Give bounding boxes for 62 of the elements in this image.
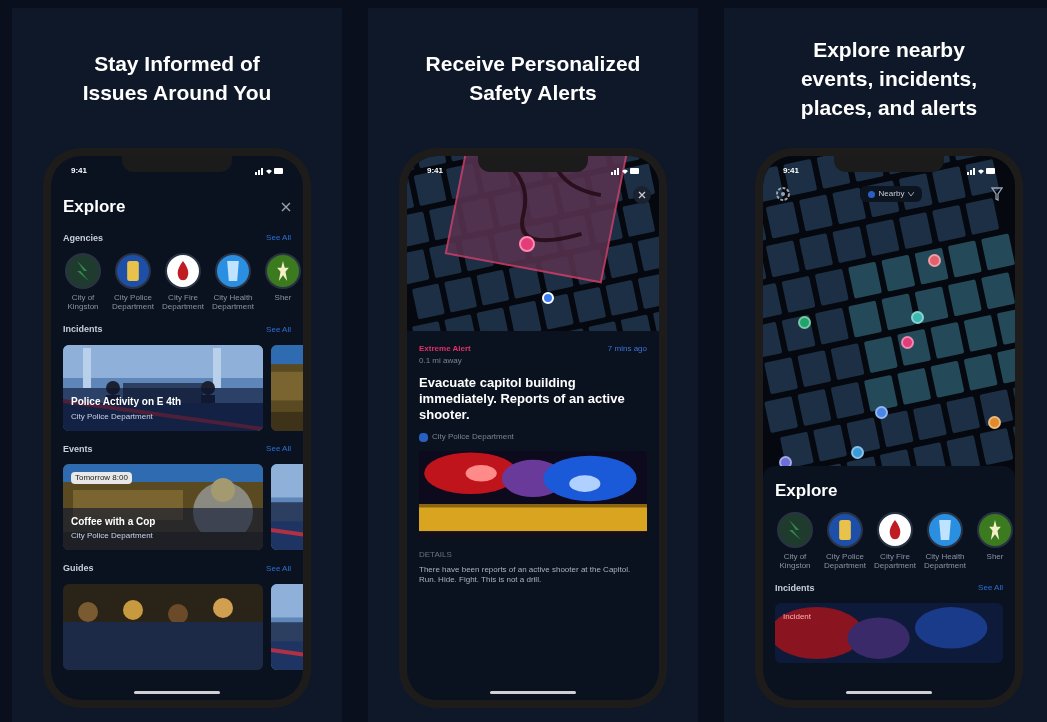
see-all-link[interactable]: See All — [266, 232, 291, 245]
see-all-link[interactable]: See All — [266, 443, 291, 456]
status-icons — [255, 167, 283, 175]
alert-distance: 0.1 mi away — [419, 355, 463, 367]
agency-item[interactable]: City Police Department — [109, 253, 157, 311]
agency-icon — [419, 432, 428, 442]
agency-item[interactable]: City of Kingston — [771, 511, 819, 570]
close-icon[interactable] — [633, 186, 651, 204]
agency-item[interactable]: City Health Department — [209, 253, 257, 311]
location-icon — [867, 190, 875, 198]
screen-title: Explore — [774, 480, 839, 502]
agency-item[interactable]: City Fire Department — [871, 511, 919, 570]
agency-item[interactable]: City Fire Department — [159, 253, 207, 311]
details-text: There have been reports of an active shooter at the Capitol. Run. Hide. Fight. This is not a drill. — [419, 565, 632, 585]
agency-label: City Police Department — [823, 551, 867, 570]
card-source: City Police Department — [71, 530, 154, 542]
alert-source: City Police Department — [432, 431, 514, 443]
status-time: 9:41 — [427, 165, 443, 177]
agency-label: Sher — [274, 293, 292, 302]
see-all-link[interactable]: See All — [266, 562, 291, 575]
agency-label: City of Kingston — [778, 551, 812, 570]
location-selector[interactable]: Nearby — [859, 186, 923, 202]
section-title: Events — [63, 442, 93, 456]
agency-label: Sher — [986, 551, 1004, 561]
alert-level: Extreme Alert — [419, 343, 471, 355]
card-source: City Police Department — [71, 410, 154, 423]
settings-icon[interactable] — [775, 186, 791, 202]
status-icons — [967, 167, 995, 175]
see-all-link[interactable]: See All — [266, 323, 291, 336]
status-time: 9:41 — [71, 165, 87, 177]
agency-label: City Fire Department — [161, 293, 205, 311]
agency-item[interactable]: Sher — [259, 253, 303, 311]
agency-label: City of Kingston — [66, 293, 100, 311]
date-tag: Tomorrow 8:00 — [71, 472, 132, 484]
status-icons — [611, 167, 639, 175]
alert-age: 7 mins ago — [607, 343, 647, 355]
incident-tag: Incident — [783, 611, 812, 623]
agency-item[interactable]: City of Kingston — [59, 253, 107, 311]
filter-icon[interactable] — [991, 187, 1003, 201]
headline: Explore nearby events, incidents, places, and alerts — [799, 36, 979, 121]
agency-item[interactable]: City Health Department — [921, 511, 969, 570]
alert-title: Evacuate capitol building immediately. Reports of an active shooter. — [419, 375, 626, 423]
agency-label: City Police Department — [111, 293, 155, 311]
caret-icon — [908, 192, 915, 196]
agency-item[interactable]: Sher — [971, 511, 1015, 570]
agency-item[interactable]: City Police Department — [821, 511, 869, 570]
card-title: Coffee with a Cop — [71, 515, 157, 528]
agency-label: City Fire Department — [873, 551, 917, 570]
section-title: Incidents — [775, 581, 815, 595]
section-title: Incidents — [63, 323, 103, 336]
section-title: Guides — [63, 562, 94, 575]
card-title: Police Activity on E 4th — [71, 396, 183, 409]
status-time: 9:41 — [783, 165, 799, 177]
agency-label: City Health Department — [923, 551, 967, 570]
agency-label: City Health Department — [211, 293, 255, 311]
details-label: DETAILS — [419, 549, 453, 561]
section-title: Agencies — [63, 231, 104, 245]
headline: Stay Informed of Issues Around You — [81, 51, 273, 106]
screen-title: Explore — [63, 196, 126, 218]
close-icon[interactable] — [281, 201, 291, 212]
see-all-link[interactable]: See All — [978, 582, 1003, 595]
headline: Receive Personalized Safety Alerts — [424, 51, 642, 106]
